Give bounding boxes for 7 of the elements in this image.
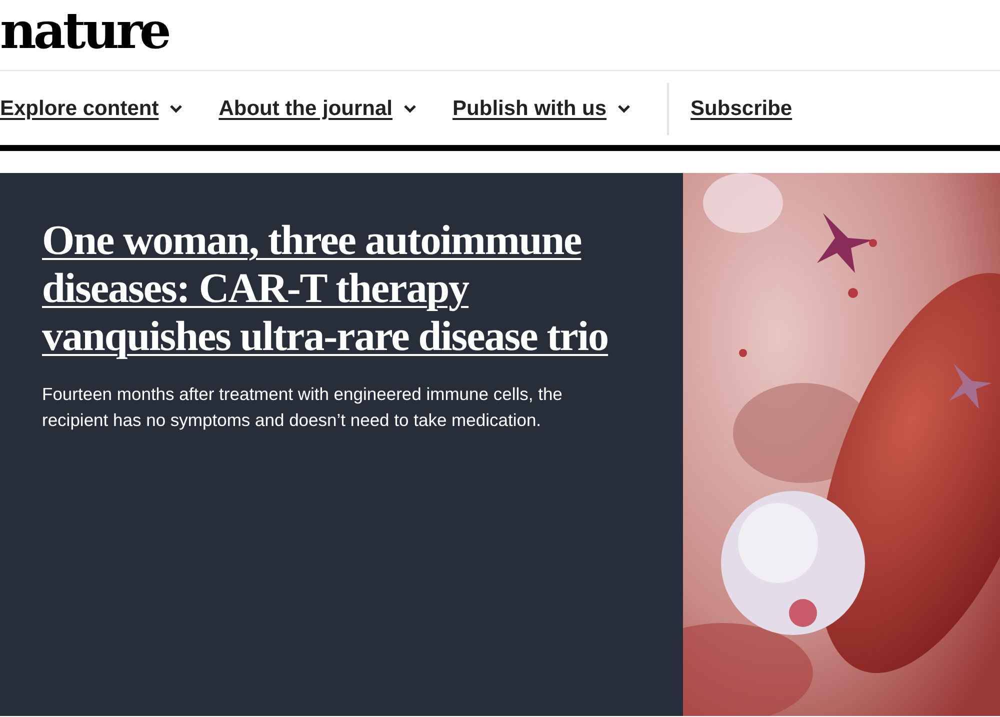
article-summary: Fourteen months after treatment with engineered immune cells, the recipient has no symptoms and doesn’t need to take medication. bbox=[42, 383, 564, 432]
nav-link[interactable]: Explore content bbox=[0, 97, 183, 121]
nav-link[interactable]: Publish with us bbox=[452, 97, 631, 121]
nav-link[interactable]: Subscribe bbox=[690, 97, 792, 121]
nav-link[interactable]: About the journal bbox=[218, 97, 417, 121]
headline-link[interactable]: One woman, three autoimmune diseases: CAR-T therapy vanquishes ultra-rare disease trio bbox=[42, 217, 642, 361]
site-logo[interactable]: nature bbox=[0, 6, 172, 56]
